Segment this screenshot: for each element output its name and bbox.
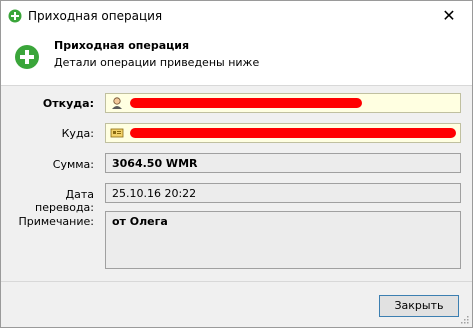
note-label: Примечание: [18,215,94,228]
redaction-mark [130,128,456,138]
dialog-window: Приходная операция ✕ Приходная операция … [0,0,473,328]
amount-label: Сумма: [52,158,94,171]
resize-grip-icon[interactable] [459,314,469,324]
amount-field[interactable]: 3064.50 WMR [105,153,461,173]
note-field[interactable]: от Олега [105,211,461,269]
amount-value: 3064.50 WMR [112,157,198,170]
user-icon [112,97,122,109]
note-value: от Олега [112,215,168,228]
from-label: Откуда: [42,97,94,110]
redaction-mark [130,98,362,108]
close-window-button[interactable]: ✕ [426,1,472,31]
plus-circle-icon [8,9,22,23]
to-field[interactable] [105,123,461,143]
to-label: Куда: [61,127,94,140]
title-bar[interactable]: Приходная операция ✕ [1,1,472,31]
close-icon: ✕ [442,6,456,25]
date-label: Дата перевода: [35,188,94,214]
close-button[interactable]: Закрыть [379,295,459,317]
wallet-icon [110,128,124,138]
date-value: 25.10.16 20:22 [112,187,197,200]
window-title: Приходная операция [28,9,163,23]
footer-divider [1,281,472,282]
dialog-header: Приходная операция Детали операции приве… [1,31,472,86]
header-title: Приходная операция [54,39,190,52]
date-field[interactable]: 25.10.16 20:22 [105,183,461,203]
header-subtitle: Детали операции приведены ниже [54,56,260,69]
plus-icon [15,45,39,69]
from-field[interactable] [105,93,461,113]
